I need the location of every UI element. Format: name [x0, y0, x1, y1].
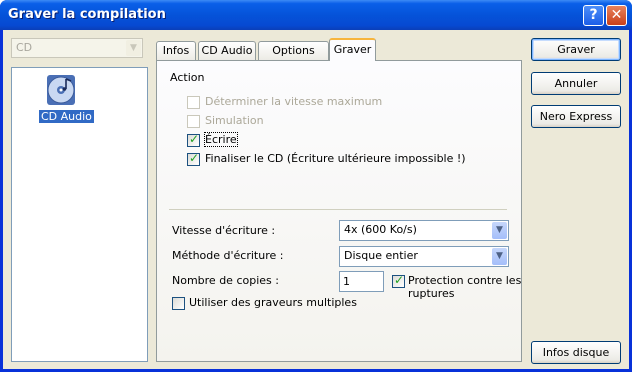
multiple-recorders-checkbox[interactable]	[172, 297, 185, 310]
method-select-value: Disque entier	[344, 249, 418, 262]
speed-select-value: 4x (600 Ko/s)	[344, 223, 417, 236]
recorder-select-value: CD	[16, 41, 33, 54]
close-button[interactable]: ✕	[606, 5, 627, 26]
checkmark-icon: ✓	[394, 273, 405, 287]
tab-cd-audio[interactable]: CD Audio	[198, 41, 256, 60]
max-speed-checkbox[interactable]	[187, 96, 200, 109]
tab-label: Graver	[333, 43, 372, 56]
write-checkbox[interactable]: ✓	[187, 132, 200, 147]
checkmark-icon: ✓	[189, 151, 200, 165]
burn-tab-panel: Action Déterminer la vitesse maximum Sim…	[156, 60, 522, 362]
tab-graver[interactable]: Graver	[329, 38, 376, 61]
finalize-label: Finaliser le CD (Écriture ultérieure imp…	[205, 152, 466, 165]
list-item-label: CD Audio	[39, 110, 94, 123]
speed-label: Vitesse d'écriture :	[172, 224, 276, 237]
chevron-down-icon: ▼	[492, 222, 507, 239]
disc-info-button-label: Infos disque	[542, 346, 610, 359]
close-icon: ✕	[610, 7, 623, 23]
cd-audio-icon	[47, 75, 75, 105]
finalize-checkbox[interactable]: ✓	[187, 151, 200, 166]
burn-button[interactable]: Graver	[531, 38, 621, 61]
multiple-recorders-label: Utiliser des graveurs multiples	[189, 296, 357, 309]
max-speed-label: Déterminer la vitesse maximum	[205, 95, 383, 108]
tab-options-cda[interactable]: Options CDA	[258, 41, 329, 74]
tab-infos[interactable]: Infos	[156, 41, 196, 60]
chevron-down-icon: ▼	[492, 248, 507, 265]
chevron-down-icon: ▼	[126, 40, 141, 56]
speed-select[interactable]: 4x (600 Ko/s) ▼	[339, 220, 509, 241]
disc-info-button[interactable]: Infos disque	[531, 341, 621, 364]
buffer-protection-label-line1: Protection contre les	[408, 274, 522, 287]
section-divider	[169, 209, 507, 210]
buffer-protection-label-line2: ruptures	[408, 287, 455, 300]
copies-label: Nombre de copies :	[172, 274, 279, 287]
buffer-protection-checkbox[interactable]: ✓	[392, 273, 405, 288]
simulation-checkbox[interactable]	[187, 115, 200, 128]
window-title: Graver la compilation	[8, 7, 166, 22]
help-icon: ?	[589, 7, 598, 23]
method-label: Méthode d'écriture :	[172, 249, 284, 262]
dialog-client-area: CD ▼ CD Audio Infos CD Audio Options C	[3, 30, 629, 369]
cancel-button-label: Annuler	[554, 77, 598, 90]
simulation-label: Simulation	[205, 114, 264, 127]
help-button[interactable]: ?	[583, 5, 604, 26]
recorder-select[interactable]: CD ▼	[11, 38, 143, 58]
action-heading: Action	[170, 71, 205, 84]
copies-field-value: 1	[343, 275, 350, 288]
burn-button-label: Graver	[557, 43, 595, 56]
checkmark-icon: ✓	[189, 132, 200, 146]
nero-express-button-label: Nero Express	[539, 110, 613, 123]
burn-compilation-dialog: Graver la compilation ? ✕ CD ▼ CD Audio	[0, 0, 632, 372]
title-bar[interactable]: Graver la compilation ? ✕	[0, 0, 632, 30]
nero-express-button[interactable]: Nero Express	[531, 105, 621, 128]
compilation-list[interactable]: CD Audio	[11, 67, 148, 362]
tab-label: Infos	[162, 44, 190, 57]
cancel-button[interactable]: Annuler	[531, 72, 621, 95]
write-label: Écrire	[204, 132, 238, 147]
method-select[interactable]: Disque entier ▼	[339, 246, 509, 267]
copies-field[interactable]: 1	[339, 271, 384, 292]
tab-label: CD Audio	[201, 44, 253, 57]
